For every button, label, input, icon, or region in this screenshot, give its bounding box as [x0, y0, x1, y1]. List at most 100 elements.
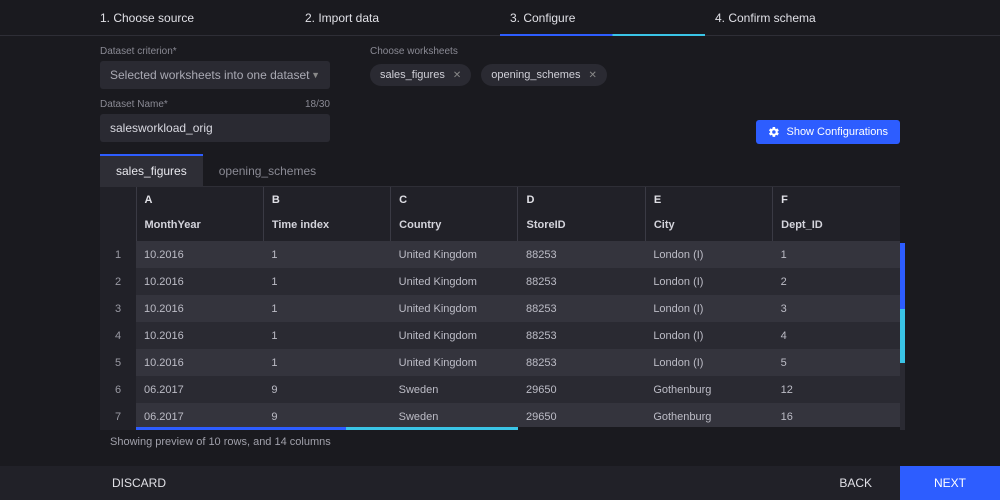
worksheet-tabs: sales_figures opening_schemes: [100, 156, 900, 187]
vertical-scrollbar[interactable]: [900, 243, 905, 430]
table-row[interactable]: 510.20161United Kingdom88253London (I)5: [100, 349, 900, 376]
button-label: Show Configurations: [786, 126, 888, 138]
col-letter: F: [773, 187, 900, 213]
table-cell[interactable]: United Kingdom: [391, 295, 518, 322]
table-cell[interactable]: 88253: [518, 241, 645, 268]
table-cell[interactable]: United Kingdom: [391, 349, 518, 376]
table-cell[interactable]: Sweden: [391, 403, 518, 430]
table-row[interactable]: 410.20161United Kingdom88253London (I)4: [100, 322, 900, 349]
table-row[interactable]: 606.20179Sweden29650Gothenburg12: [100, 376, 900, 403]
table-cell[interactable]: 1: [773, 241, 900, 268]
table-cell[interactable]: Gothenburg: [645, 403, 772, 430]
table-row[interactable]: 210.20161United Kingdom88253London (I)2: [100, 268, 900, 295]
dataset-criterion-select[interactable]: Selected worksheets into one dataset ▼: [100, 61, 330, 89]
table-cell[interactable]: 10.2016: [136, 241, 263, 268]
table-cell[interactable]: United Kingdom: [391, 322, 518, 349]
close-icon[interactable]: ✕: [453, 70, 461, 81]
step-choose-source[interactable]: 1. Choose source: [90, 0, 295, 35]
tab-opening-schemes[interactable]: opening_schemes: [203, 156, 332, 186]
row-number: 6: [100, 376, 136, 403]
worksheet-chip[interactable]: opening_schemes ✕: [481, 64, 607, 86]
table-cell[interactable]: 06.2017: [136, 403, 263, 430]
preview-table: A B C D E F MonthYear Time index Country…: [100, 187, 900, 430]
table-cell[interactable]: 06.2017: [136, 376, 263, 403]
table-cell[interactable]: 5: [773, 349, 900, 376]
table-cell[interactable]: 10.2016: [136, 349, 263, 376]
table-cell[interactable]: 29650: [518, 376, 645, 403]
table-cell[interactable]: 4: [773, 322, 900, 349]
col-header[interactable]: Time index: [263, 213, 390, 241]
preview-table-wrap: A B C D E F MonthYear Time index Country…: [100, 187, 900, 430]
dataset-criterion-field: Dataset criterion* Selected worksheets i…: [100, 46, 330, 89]
table-cell[interactable]: 1: [263, 241, 390, 268]
table-cell[interactable]: 2: [773, 268, 900, 295]
table-cell[interactable]: Gothenburg: [645, 376, 772, 403]
choose-worksheets-field: Choose worksheets sales_figures ✕ openin…: [370, 46, 607, 89]
table-cell[interactable]: 10.2016: [136, 268, 263, 295]
table-cell[interactable]: 88253: [518, 322, 645, 349]
step-confirm-schema[interactable]: 4. Confirm schema: [705, 0, 910, 35]
table-cell[interactable]: 10.2016: [136, 295, 263, 322]
table-cell[interactable]: 88253: [518, 349, 645, 376]
step-configure[interactable]: 3. Configure: [500, 0, 705, 35]
table-cell[interactable]: 12: [773, 376, 900, 403]
table-cell[interactable]: 3: [773, 295, 900, 322]
back-button[interactable]: BACK: [811, 466, 900, 500]
table-cell[interactable]: 16: [773, 403, 900, 430]
table-cell[interactable]: London (I): [645, 349, 772, 376]
table-cell[interactable]: 88253: [518, 268, 645, 295]
horizontal-scrollbar[interactable]: [136, 427, 900, 430]
table-cell[interactable]: 1: [263, 349, 390, 376]
table-cell[interactable]: Sweden: [391, 376, 518, 403]
dataset-name-input[interactable]: [100, 114, 330, 142]
table-cell[interactable]: United Kingdom: [391, 241, 518, 268]
table-cell[interactable]: London (I): [645, 322, 772, 349]
tab-sales-figures[interactable]: sales_figures: [100, 154, 203, 186]
wizard-footer: DISCARD BACK NEXT: [0, 466, 1000, 500]
step-import-data[interactable]: 2. Import data: [295, 0, 500, 35]
table-row[interactable]: 706.20179Sweden29650Gothenburg16: [100, 403, 900, 430]
table-cell[interactable]: 1: [263, 295, 390, 322]
row-number: 4: [100, 322, 136, 349]
col-header[interactable]: StoreID: [518, 213, 645, 241]
worksheet-chip[interactable]: sales_figures ✕: [370, 64, 471, 86]
column-header-row: MonthYear Time index Country StoreID Cit…: [100, 213, 900, 241]
col-header[interactable]: Dept_ID: [773, 213, 900, 241]
table-cell[interactable]: 10.2016: [136, 322, 263, 349]
row-number: 3: [100, 295, 136, 322]
select-value: Selected worksheets into one dataset: [110, 68, 309, 82]
field-label: Dataset criterion*: [100, 46, 330, 57]
table-cell[interactable]: 88253: [518, 295, 645, 322]
discard-button[interactable]: DISCARD: [90, 466, 188, 500]
col-letter: C: [391, 187, 518, 213]
close-icon[interactable]: ✕: [589, 70, 597, 81]
table-cell[interactable]: London (I): [645, 268, 772, 295]
table-row[interactable]: 310.20161United Kingdom88253London (I)3: [100, 295, 900, 322]
tab-label: sales_figures: [116, 164, 187, 178]
table-cell[interactable]: United Kingdom: [391, 268, 518, 295]
step-label: 1. Choose source: [100, 11, 194, 25]
col-header[interactable]: Country: [391, 213, 518, 241]
chevron-down-icon: ▼: [311, 70, 320, 80]
col-header[interactable]: City: [645, 213, 772, 241]
button-label: NEXT: [934, 476, 966, 490]
wizard-stepper: 1. Choose source 2. Import data 3. Confi…: [0, 0, 1000, 36]
table-cell[interactable]: 9: [263, 403, 390, 430]
row-number: 7: [100, 403, 136, 430]
gear-icon: [768, 126, 780, 138]
next-button[interactable]: NEXT: [900, 466, 1000, 500]
table-cell[interactable]: 29650: [518, 403, 645, 430]
scrollbar-thumb[interactable]: [900, 243, 905, 363]
chip-label: sales_figures: [380, 69, 445, 81]
table-row[interactable]: 110.20161United Kingdom88253London (I)1: [100, 241, 900, 268]
col-header[interactable]: MonthYear: [136, 213, 263, 241]
table-cell[interactable]: 1: [263, 268, 390, 295]
table-cell[interactable]: London (I): [645, 241, 772, 268]
col-letter: A: [136, 187, 263, 213]
table-cell[interactable]: 1: [263, 322, 390, 349]
table-cell[interactable]: 9: [263, 376, 390, 403]
table-cell[interactable]: London (I): [645, 295, 772, 322]
show-configurations-button[interactable]: Show Configurations: [756, 120, 900, 144]
row-number: 5: [100, 349, 136, 376]
scrollbar-thumb[interactable]: [136, 427, 518, 430]
